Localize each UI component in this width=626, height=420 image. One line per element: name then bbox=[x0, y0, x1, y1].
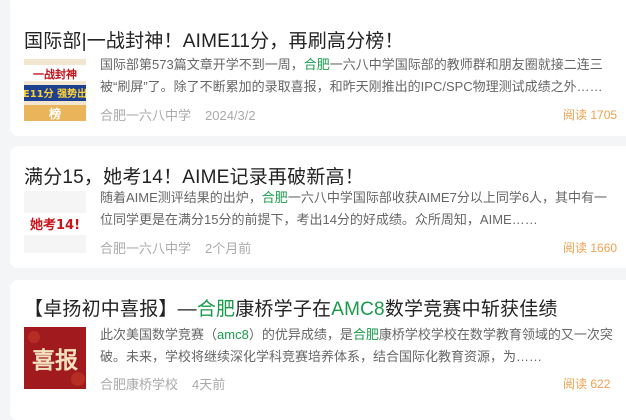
read-count: 阅读 1705 bbox=[563, 106, 617, 123]
summary-text: 随着AIME测评结果的出炉， bbox=[100, 190, 262, 205]
article-summary: 随着AIME测评结果的出炉，合肥一六八中学国际部收获AIME7分以上同学6人，其… bbox=[100, 187, 620, 231]
article-title[interactable]: 【卓扬初中喜报】—合肥康桥学子在AMC8数学竞赛中斩获佳绩 bbox=[24, 294, 558, 321]
thumbnail-image: 喜报 bbox=[24, 327, 86, 389]
summary-text: 国际部第573篇文章开学不到一周， bbox=[100, 57, 304, 72]
article-date: 2024/3/2 bbox=[205, 108, 256, 123]
title-text: 【卓扬初中喜报】— bbox=[24, 299, 197, 320]
title-text: 康桥学子在 bbox=[235, 299, 332, 320]
thumb-text: 她考14! bbox=[30, 217, 80, 233]
article-source: 合肥一六八中学 bbox=[100, 108, 192, 123]
read-value: 1660 bbox=[590, 241, 618, 255]
summary-keyword: 合肥 bbox=[303, 57, 330, 72]
read-label: 阅读 bbox=[563, 377, 588, 391]
read-value: 1705 bbox=[590, 108, 618, 122]
read-value: 622 bbox=[590, 377, 611, 391]
article-title[interactable]: 国际部|一战封神！AIME11分，再刷高分榜！ bbox=[24, 26, 404, 53]
read-label: 阅读 bbox=[563, 241, 588, 255]
article-thumbnail[interactable]: 一战封神 E11分 强势出 榜 bbox=[24, 59, 86, 121]
summary-keyword: 合肥 bbox=[261, 190, 288, 205]
article-thumbnail[interactable]: 喜报 bbox=[24, 327, 86, 389]
article-date: 2个月前 bbox=[205, 241, 252, 256]
thumb-line2: E11分 强势出 bbox=[24, 87, 86, 100]
article-source: 合肥一六八中学 bbox=[100, 241, 192, 256]
title-keyword: AMC8 bbox=[331, 299, 385, 320]
thumb-line3: 榜 bbox=[49, 106, 61, 121]
summary-keyword: amc8 bbox=[217, 327, 249, 342]
article-meta: 合肥一六八中学 2个月前 bbox=[100, 238, 251, 257]
article-date: 4天前 bbox=[192, 377, 226, 392]
thumb-line1: 一战封神 bbox=[33, 67, 77, 81]
article-card[interactable]: 【卓扬初中喜报】—合肥康桥学子在AMC8数学竞赛中斩获佳绩 喜报 此次美国数学竞… bbox=[10, 280, 626, 420]
article-meta: 合肥康桥学校 4天前 bbox=[100, 374, 225, 393]
article-card[interactable]: 国际部|一战封神！AIME11分，再刷高分榜！ 一战封神 E11分 强势出 榜 … bbox=[10, 0, 626, 136]
read-label: 阅读 bbox=[563, 108, 588, 122]
thumbnail-image: 一战封神 E11分 强势出 榜 bbox=[24, 59, 86, 121]
article-title[interactable]: 满分15，她考14！AIME记录再破新高！ bbox=[24, 162, 364, 189]
read-count: 阅读 1660 bbox=[563, 239, 617, 256]
summary-text: 此次美国数学竞赛（ bbox=[100, 327, 218, 342]
title-text: 数学竞赛中斩获佳绩 bbox=[384, 299, 558, 320]
title-keyword: 合肥 bbox=[196, 299, 236, 320]
thumbnail-image: 她考14! bbox=[24, 191, 86, 253]
summary-text: ）的优异成绩，是 bbox=[248, 327, 353, 342]
article-summary: 此次美国数学竞赛（amc8）的优异成绩，是合肥康桥学校学校在数学教育领域的又一次… bbox=[100, 324, 620, 368]
article-source: 合肥康桥学校 bbox=[100, 377, 179, 392]
article-meta: 合肥一六八中学 2024/3/2 bbox=[100, 105, 256, 124]
thumb-text: 喜报 bbox=[32, 347, 78, 374]
article-thumbnail[interactable]: 她考14! bbox=[24, 191, 86, 253]
article-summary: 国际部第573篇文章开学不到一周，合肥一六八中学国际部的教师群和朋友圈就接二连三… bbox=[100, 54, 620, 98]
summary-keyword: 合肥 bbox=[352, 327, 379, 342]
article-card[interactable]: 满分15，她考14！AIME记录再破新高！ 她考14! 随着AIME测评结果的出… bbox=[10, 146, 626, 268]
read-count: 阅读 622 bbox=[563, 375, 610, 392]
